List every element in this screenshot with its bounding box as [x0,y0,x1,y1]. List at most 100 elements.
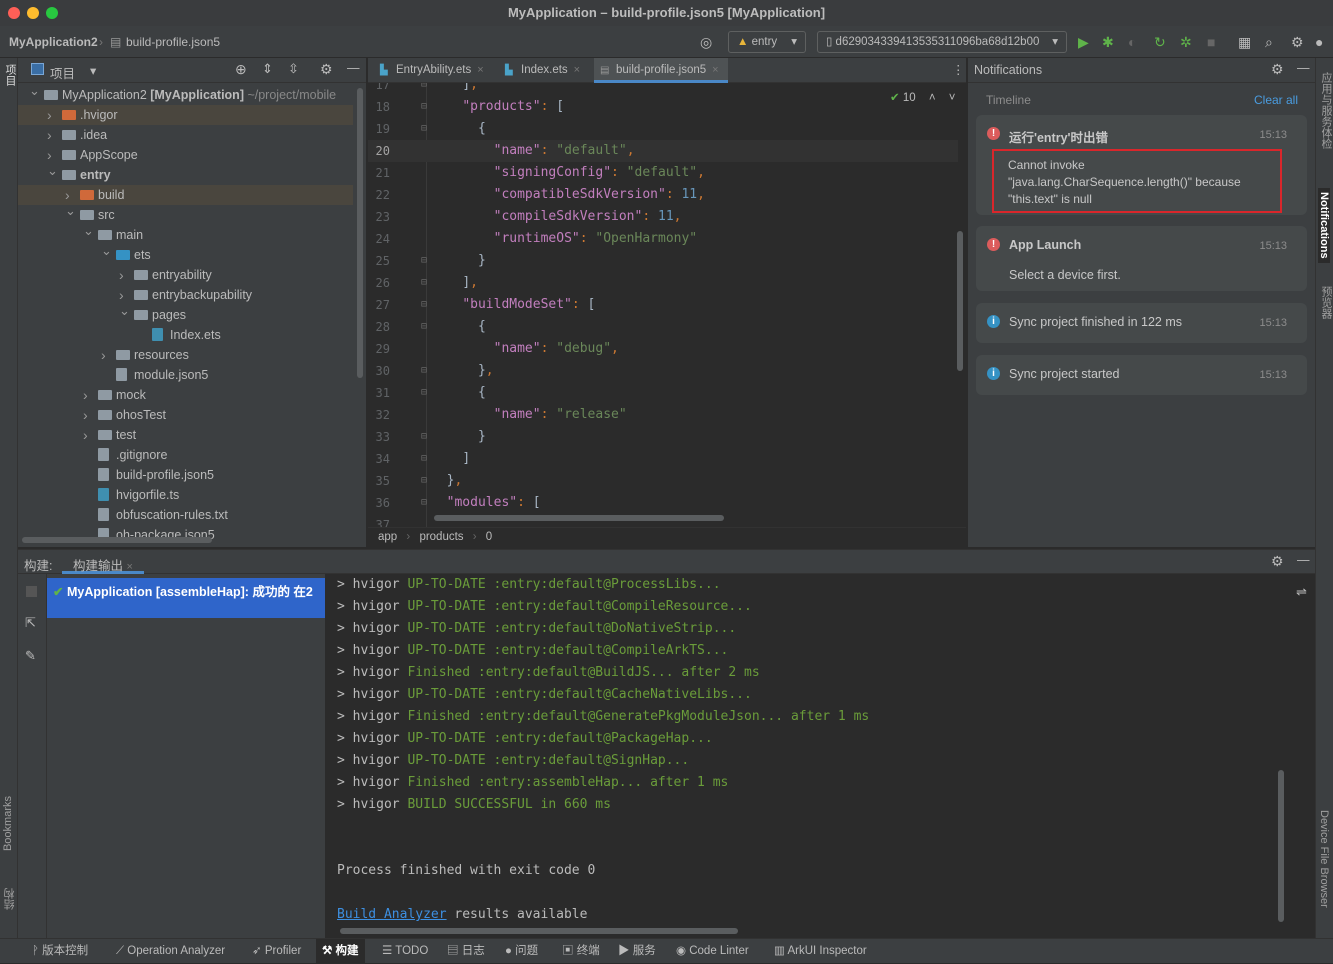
chevron-right-icon[interactable]: › [119,265,124,285]
tree-item[interactable]: ⌄ main [18,223,353,245]
fold-icon[interactable]: ⊟ [421,272,427,294]
chevron-right-icon[interactable]: › [47,125,52,145]
code-line[interactable]: 30 }, ⊟ [368,360,958,382]
soft-wrap-icon[interactable]: ⇌ [1296,584,1307,600]
gear-icon[interactable]: ⚙ [1271,61,1284,78]
code-line[interactable]: 17 ], ⊟ [368,83,958,96]
tool-window-project[interactable]: 项目 [2,64,18,86]
code-line[interactable]: 18 "products": [⊟ [368,96,958,118]
code-line[interactable]: 26 ], ⊟ [368,272,958,294]
device-select[interactable]: ▯ d629034339413535311096ba68d12b00 ▾ [817,31,1067,53]
fold-icon[interactable]: ⊟ [421,448,427,470]
project-vertical-scrollbar[interactable] [357,88,363,378]
close-tab-icon[interactable]: × [127,561,133,573]
tree-item[interactable]: ⌄ src [18,203,353,225]
build-console[interactable]: > hvigor UP-TO-DATE :entry:default@Proce… [325,574,1290,939]
code-line[interactable]: 23 "compileSdkVersion": 11, [368,206,958,228]
tree-item[interactable]: › .hvigor [18,105,353,125]
fold-icon[interactable]: ⊟ [421,118,427,140]
tree-item[interactable]: › entrybackupability [18,285,353,305]
breadcrumb-project[interactable]: MyApplication2 [9,35,98,49]
inspection-widget[interactable]: ✔ 10 ˄ ˅ [890,90,956,104]
project-structure-icon[interactable]: ▦ [1238,34,1251,50]
tool-window-log[interactable]: ▤ 日志 [441,939,491,964]
code-line[interactable]: 24 "runtimeOS": "OpenHarmony" [368,228,958,250]
code-line[interactable]: 33 } ⊟ [368,426,958,448]
console-vertical-scrollbar[interactable] [1278,770,1284,922]
run-config-select[interactable]: ▲ entry ▾ [728,31,806,53]
tool-window-hammer[interactable]: ⚒ 构建 [316,939,365,964]
minimize-window-button[interactable] [27,7,39,19]
tree-item[interactable]: › .idea [18,125,353,145]
tool-window-profiler[interactable]: ➶ Profiler [246,939,307,964]
console-horizontal-scrollbar[interactable] [340,928,738,934]
fold-icon[interactable]: ⊟ [421,294,427,316]
editor-vertical-scrollbar[interactable] [957,231,963,371]
tool-window-list[interactable]: ☰ TODO [376,939,434,964]
tree-item[interactable]: Index.ets [18,325,353,345]
breadcrumb-item[interactable]: 0 [486,531,492,543]
tool-window-linter[interactable]: ◉ Code Linter [670,939,755,964]
close-window-button[interactable] [8,7,20,19]
build-analyzer-link[interactable]: Build Analyzer [337,907,447,922]
chevron-down-icon[interactable]: ⌄ [65,201,76,221]
code-area[interactable]: 17 ], ⊟ 18 "products": [⊟ 19 {⊟ 20 "name": "… [368,83,966,527]
notification-card[interactable]: i Sync project finished in 122 ms 15:13 [976,303,1307,343]
chevron-right-icon[interactable]: › [101,345,106,365]
stop-icon[interactable]: ■ [1207,34,1215,50]
gear-icon[interactable]: ⚙ [1271,553,1284,570]
more-tabs-icon[interactable]: ⋮ [952,62,965,77]
fold-icon[interactable]: ⊟ [421,426,427,448]
tree-item[interactable]: hvigorfile.ts [18,485,353,505]
expand-all-icon[interactable]: ⇕ [262,61,273,77]
breadcrumb-item[interactable]: app [378,531,397,543]
tool-window-notifications[interactable]: Notifications [1318,188,1330,263]
fold-icon[interactable]: ⊟ [421,96,427,118]
tool-window-structure[interactable]: 结构 [2,888,18,910]
tree-item[interactable]: › resources [18,345,353,365]
project-horizontal-scrollbar[interactable] [22,537,212,543]
code-line[interactable]: 28 {⊟ [368,316,958,338]
chevron-down-icon[interactable]: ⌄ [83,221,94,241]
close-tab-icon[interactable]: × [712,64,718,76]
chevron-down-icon[interactable]: ⌄ [47,161,58,181]
notification-card[interactable]: i Sync project started 15:13 [976,355,1307,395]
chevron-down-icon[interactable]: ⌄ [101,241,112,261]
profile-icon[interactable]: ✲ [1180,34,1192,50]
tool-window-problems[interactable]: ● 问题 [499,939,544,964]
tree-item[interactable]: › mock [18,385,353,405]
hide-panel-icon[interactable]: — [1297,553,1310,567]
code-line[interactable]: 36 "modules": [⊟ [368,492,958,514]
fold-icon[interactable]: ⊟ [421,316,427,338]
gear-icon[interactable]: ⚙ [320,61,333,78]
target-icon[interactable]: ◎ [700,34,712,50]
tree-item[interactable]: ⌄ entry [18,163,353,185]
collapse-all-icon[interactable]: ⇳ [288,61,299,77]
run-icon[interactable]: ▶ [1078,34,1089,50]
close-tab-icon[interactable]: × [574,64,580,76]
notification-card[interactable]: ! 运行'entry'时出错 15:13 Cannot invoke "java… [976,115,1307,215]
open-external-icon[interactable]: ⇱ [25,615,36,631]
chevron-down-icon[interactable]: ▾ [90,63,96,78]
code-line[interactable]: 35 }, ⊟ [368,470,958,492]
fold-icon[interactable]: ⊟ [421,492,427,514]
tree-item[interactable]: › entryability [18,265,353,285]
code-line[interactable]: 20 "name": "default", [368,140,958,162]
tool-window-services[interactable]: ▶ 服务 [612,939,662,964]
tree-item[interactable]: ⌄ ets [18,243,353,265]
chevron-right-icon[interactable]: › [83,425,88,445]
tool-window-previewer[interactable]: 预览器 [1318,286,1333,319]
tree-item[interactable]: ⌄ pages [18,303,353,325]
fold-icon[interactable]: ⊟ [421,360,427,382]
fold-icon[interactable]: ⊟ [421,470,427,492]
attach-debugger-icon[interactable]: ◐ [1128,34,1136,50]
fold-icon[interactable]: ⊟ [421,83,427,96]
code-line[interactable]: 19 {⊟ [368,118,958,140]
gear-icon[interactable]: ⚙ [1291,34,1304,50]
tab-index[interactable]: ▙ Index.ets × [499,58,580,83]
maximize-window-button[interactable] [46,7,58,19]
locate-icon[interactable]: ⊕ [235,61,247,78]
fold-icon[interactable]: ⊟ [421,250,427,272]
next-highlight-icon[interactable]: ˅ [949,92,956,104]
breadcrumb-item[interactable]: products [419,531,463,543]
